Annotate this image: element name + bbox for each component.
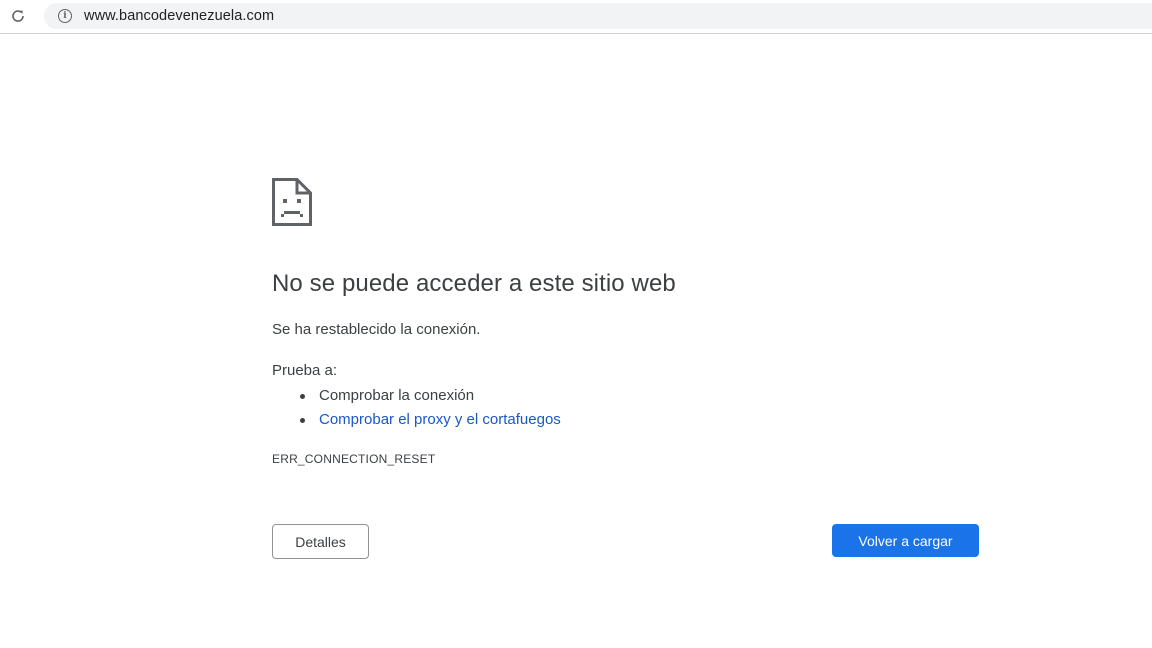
details-button[interactable]: Detalles (272, 524, 369, 559)
reload-icon[interactable] (6, 4, 30, 28)
error-subtitle: Se ha restablecido la conexión. (272, 321, 481, 338)
suggestions-list: Comprobar la conexión Comprobar el proxy… (300, 386, 561, 434)
address-bar[interactable]: i www.bancodevenezuela.com (44, 3, 1152, 29)
browser-toolbar: i www.bancodevenezuela.com (0, 0, 1152, 34)
suggestion-check-proxy-link[interactable]: Comprobar el proxy y el cortafuegos (300, 410, 561, 434)
error-title: No se puede acceder a este sitio web (272, 270, 676, 297)
try-label: Prueba a: (272, 362, 338, 379)
suggestion-check-connection: Comprobar la conexión (300, 386, 561, 410)
info-icon[interactable]: i (58, 9, 72, 23)
error-code: ERR_CONNECTION_RESET (272, 452, 436, 466)
reload-button[interactable]: Volver a cargar (832, 524, 979, 557)
sad-page-icon (272, 178, 312, 226)
url-text: www.bancodevenezuela.com (84, 8, 275, 24)
